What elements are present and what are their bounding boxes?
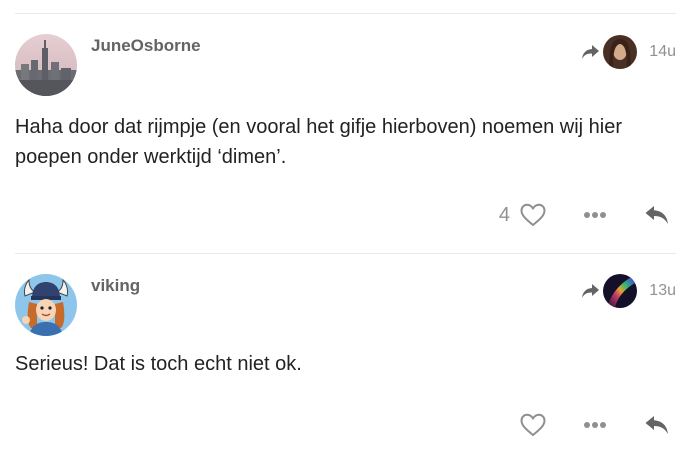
reply-icon [645, 206, 668, 224]
more-options-button[interactable] [580, 200, 610, 230]
heart-icon [520, 413, 546, 437]
reply-to-indicator[interactable]: 13u [580, 274, 676, 308]
post-content: Serieus! Dat is toch echt niet ok. [15, 353, 302, 375]
user-avatar[interactable] [15, 274, 77, 336]
reply-button[interactable] [642, 410, 672, 440]
like-count[interactable]: 4 [499, 204, 510, 227]
post-username[interactable]: JuneOsborne [91, 36, 201, 56]
share-arrow-icon [582, 45, 600, 59]
aurora-avatar-icon [603, 274, 638, 308]
reply-to-avatar[interactable] [603, 274, 638, 308]
city-skyline-avatar-icon [15, 34, 77, 96]
like-button[interactable] [518, 200, 548, 230]
post-timestamp[interactable]: 13u [649, 282, 676, 300]
post-divider [15, 253, 676, 254]
like-button[interactable] [518, 410, 548, 440]
reply-to-avatar[interactable] [603, 35, 638, 69]
user-avatar[interactable] [15, 34, 77, 96]
post-actions: 4 [499, 200, 672, 230]
post-username[interactable]: viking [91, 276, 140, 296]
reply-icon [645, 416, 668, 434]
share-arrow-icon [582, 284, 600, 298]
viking-cartoon-avatar-icon [15, 274, 77, 336]
reply-to-indicator[interactable]: 14u [580, 35, 676, 69]
reply-button[interactable] [642, 200, 672, 230]
post-actions [510, 410, 672, 440]
post-timestamp[interactable]: 14u [649, 43, 676, 61]
ellipsis-icon [584, 422, 606, 428]
woman-portrait-avatar-icon [603, 35, 638, 69]
more-options-button[interactable] [580, 410, 610, 440]
post-content: Haha door dat rijmpje (en vooral het gif… [15, 116, 622, 168]
ellipsis-icon [584, 212, 606, 218]
heart-icon [520, 203, 546, 227]
post-divider [15, 13, 676, 14]
